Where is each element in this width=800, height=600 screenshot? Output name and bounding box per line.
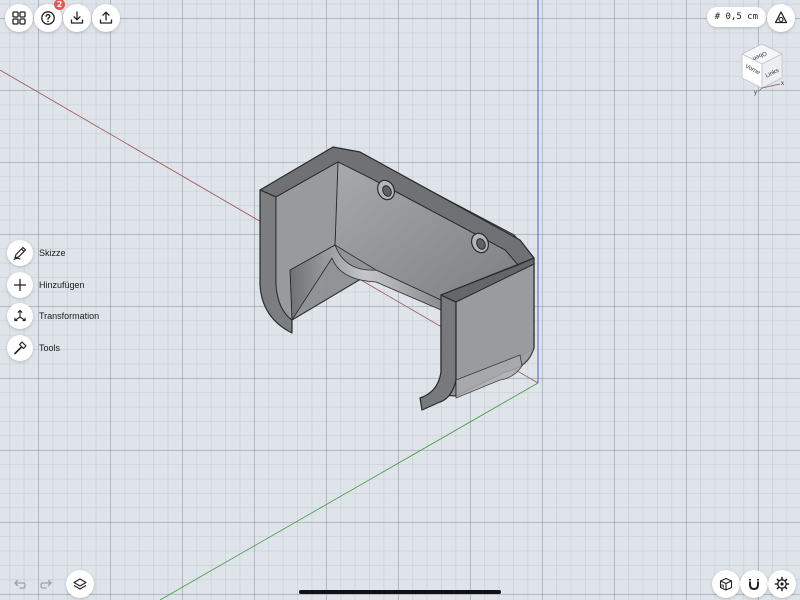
tool-add-label: Hinzufügen (39, 280, 85, 290)
undo-icon (14, 579, 26, 589)
material-button[interactable] (712, 570, 740, 598)
tool-sketch[interactable]: Skizze (7, 240, 66, 266)
tool-sketch-button[interactable] (7, 240, 33, 266)
import-button[interactable] (63, 4, 91, 32)
undo-button[interactable] (5, 570, 33, 598)
plus-icon (13, 278, 27, 292)
tool-add-button[interactable] (7, 272, 33, 298)
view-settings-button[interactable] (767, 4, 795, 32)
box-icon (719, 577, 733, 591)
bracket-model[interactable] (259, 146, 535, 411)
hammer-icon (14, 341, 27, 355)
view-cube-x-label: x (781, 81, 784, 87)
home-indicator (299, 590, 501, 594)
help-icon (41, 11, 55, 25)
tool-transform-button[interactable] (7, 303, 33, 329)
redo-button[interactable] (33, 570, 61, 598)
layers-icon (73, 578, 87, 590)
tool-tools-button[interactable] (7, 335, 33, 361)
tool-tools-label: Tools (39, 343, 61, 353)
redo-icon (40, 579, 52, 589)
cube-view-icon (774, 11, 788, 24)
grid-menu-button[interactable] (5, 4, 33, 32)
grid-size-indicator[interactable]: # 0,5 cm (706, 7, 766, 27)
help-button[interactable]: 2 (34, 0, 65, 32)
download-icon (70, 11, 84, 24)
pen-icon (13, 246, 27, 260)
tool-tools[interactable]: Tools (7, 335, 60, 361)
grid-icon (12, 11, 26, 25)
upload-icon (99, 11, 113, 24)
transform-icon (14, 309, 26, 322)
view-cube-y-label: y (754, 90, 757, 96)
snap-button[interactable] (740, 570, 768, 598)
gear-icon (774, 576, 790, 592)
settings-button[interactable] (768, 570, 796, 598)
share-button[interactable] (92, 4, 120, 32)
tool-transform-label: Transformation (39, 311, 100, 321)
y-axis-line (159, 382, 539, 600)
3d-viewport[interactable] (0, 0, 800, 600)
tool-sketch-label: Skizze (39, 248, 66, 258)
right-side-wall (419, 294, 457, 411)
magnet-icon (749, 579, 759, 591)
tool-transform[interactable]: Transformation (7, 303, 99, 329)
tool-add[interactable]: Hinzufügen (7, 272, 85, 298)
view-cube[interactable]: Oben Vorne Links x y (734, 40, 794, 96)
view-cube-y-axis (757, 87, 763, 93)
layers-button[interactable] (66, 570, 94, 598)
